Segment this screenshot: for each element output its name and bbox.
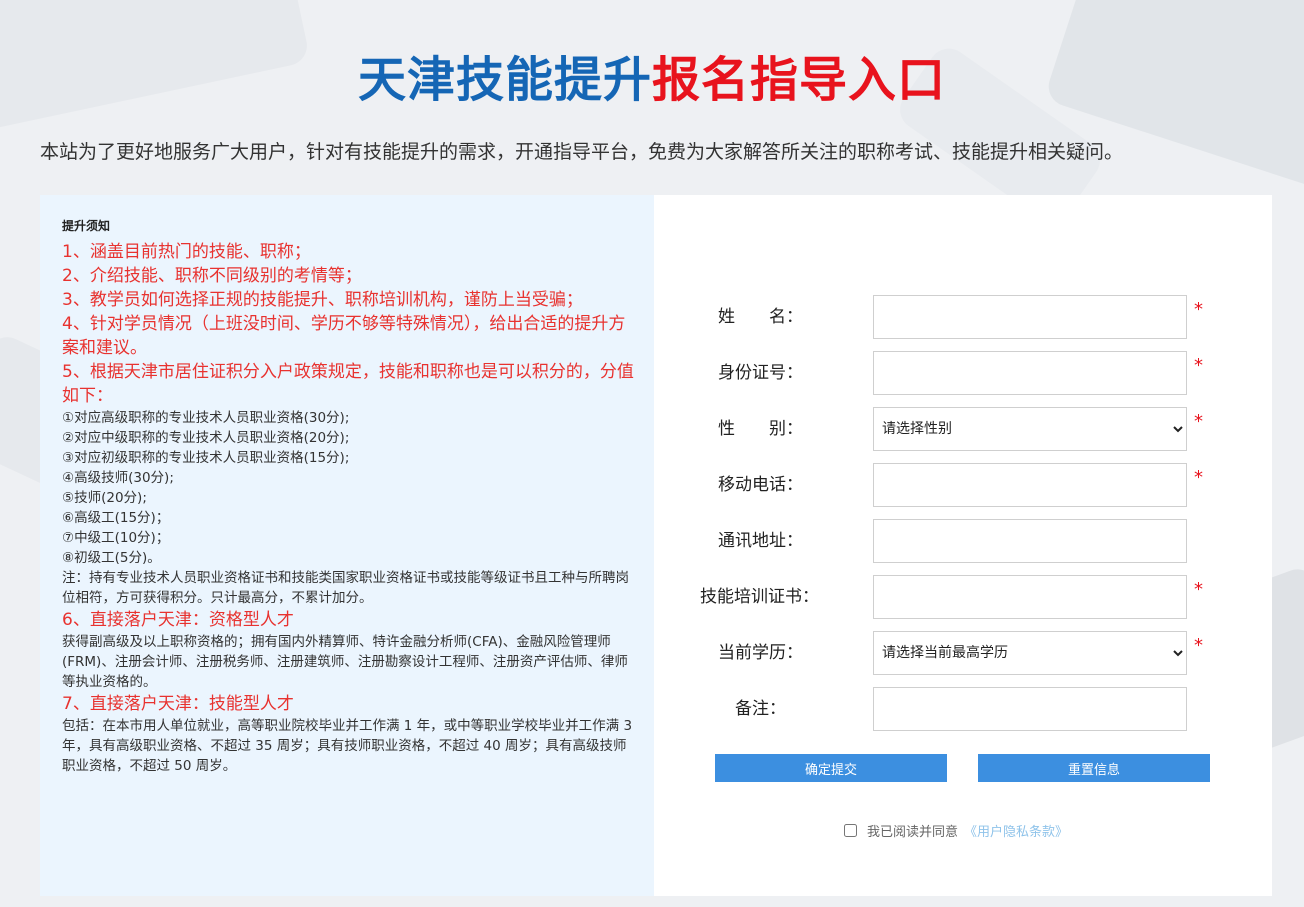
name-row: 姓 名： *: [654, 295, 1272, 339]
agreement: 我已阅读并同意 《用户隐私条款》: [844, 821, 1068, 840]
page-title-blue: 天津技能提升: [357, 52, 652, 108]
address-label: 通讯地址：: [718, 531, 803, 551]
intro-text: 本站为了更好地服务广大用户，针对有技能提升的需求，开通指导平台，免费为大家解答所…: [40, 141, 1124, 163]
score-item: ①对应高级职称的专业技术人员职业资格(30分);: [62, 410, 350, 426]
phone-input[interactable]: [873, 463, 1187, 507]
score-item: ③对应初级职称的专业技术人员职业资格(15分);: [62, 450, 350, 466]
phone-label: 移动电话：: [718, 475, 803, 495]
gender-label: 性 别：: [718, 419, 803, 439]
notice-item-7-text: 包括：在本市用人单位就业，高等职业院校毕业并工作满 1 年，或中等职业学校毕业并…: [62, 718, 633, 774]
cert-input[interactable]: [873, 575, 1187, 619]
notice-title: 提升须知: [62, 219, 111, 233]
score-item: ⑧初级工(5分)。: [62, 550, 161, 566]
score-item: ⑦中级工(10分)；: [62, 530, 170, 546]
id-number-input[interactable]: [873, 351, 1187, 395]
score-item: ④高级技师(30分);: [62, 470, 174, 486]
notice-panel: 提升须知 1、涵盖目前热门的技能、职称； 2、介绍技能、职称不同级别的考情等； …: [40, 195, 654, 896]
gender-row: 性 别： 请选择性别 *: [654, 407, 1272, 451]
id-row: 身份证号： *: [654, 351, 1272, 395]
notice-item-2: 2、介绍技能、职称不同级别的考情等；: [62, 266, 362, 286]
remark-input[interactable]: [873, 687, 1187, 731]
score-item: ⑤技师(20分);: [62, 490, 147, 506]
notice-item-6-text: 获得副高级及以上职称资格的；拥有国内外精算师、特许金融分析师(CFA)、金融风险…: [62, 634, 628, 690]
gender-select[interactable]: 请选择性别: [873, 407, 1187, 451]
agree-text: 我已阅读并同意: [867, 825, 959, 840]
required-mark: *: [1194, 579, 1203, 600]
name-input[interactable]: [873, 295, 1187, 339]
notice-item-4: 4、针对学员情况（上班没时间、学历不够等特殊情况），给出合适的提升方案和建议。: [62, 314, 626, 358]
required-mark: *: [1194, 635, 1203, 656]
id-label: 身份证号：: [718, 363, 803, 383]
education-select[interactable]: 请选择当前最高学历: [873, 631, 1187, 675]
page-title: 天津技能提升报名指导入口: [0, 40, 1304, 110]
submit-button[interactable]: 确定提交: [715, 754, 947, 782]
score-item: ②对应中级职称的专业技术人员职业资格(20分);: [62, 430, 350, 446]
cert-row: 技能培训证书： *: [654, 575, 1272, 619]
reset-button[interactable]: 重置信息: [978, 754, 1210, 782]
required-mark: *: [1194, 411, 1203, 432]
signup-form: 姓 名： * 身份证号： * 性 别： 请选择性别 * 移动电话： * 通讯地址…: [654, 195, 1272, 896]
remark-row: 备注：: [654, 687, 1272, 731]
notice-item-6: 6、直接落户天津：资格型人才: [62, 610, 294, 630]
notice-item-5: 5、根据天津市居住证积分入户政策规定，技能和职称也是可以积分的，分值如下：: [62, 362, 634, 406]
notice-item-3: 3、教学员如何选择正规的技能提升、职称培训机构，谨防上当受骗；: [62, 290, 583, 310]
privacy-terms-link[interactable]: 《用户隐私条款》: [964, 821, 1068, 840]
address-input[interactable]: [873, 519, 1187, 563]
address-row: 通讯地址：: [654, 519, 1272, 563]
score-item: ⑥高级工(15分)；: [62, 510, 170, 526]
cert-label: 技能培训证书：: [700, 587, 819, 607]
education-label: 当前学历：: [718, 643, 803, 663]
phone-row: 移动电话： *: [654, 463, 1272, 507]
notice-item-7: 7、直接落户天津：技能型人才: [62, 694, 294, 714]
required-mark: *: [1194, 467, 1203, 488]
score-note: 注：持有专业技术人员职业资格证书和技能类国家职业资格证书或技能等级证书且工种与所…: [62, 570, 629, 606]
agree-checkbox[interactable]: [844, 824, 857, 837]
required-mark: *: [1194, 299, 1203, 320]
required-mark: *: [1194, 355, 1203, 376]
page-title-red: 报名指导入口: [652, 52, 947, 108]
remark-label: 备注：: [735, 699, 786, 719]
notice-item-1: 1、涵盖目前热门的技能、职称；: [62, 242, 311, 262]
education-row: 当前学历： 请选择当前最高学历 *: [654, 631, 1272, 675]
name-label: 姓 名：: [718, 307, 803, 327]
